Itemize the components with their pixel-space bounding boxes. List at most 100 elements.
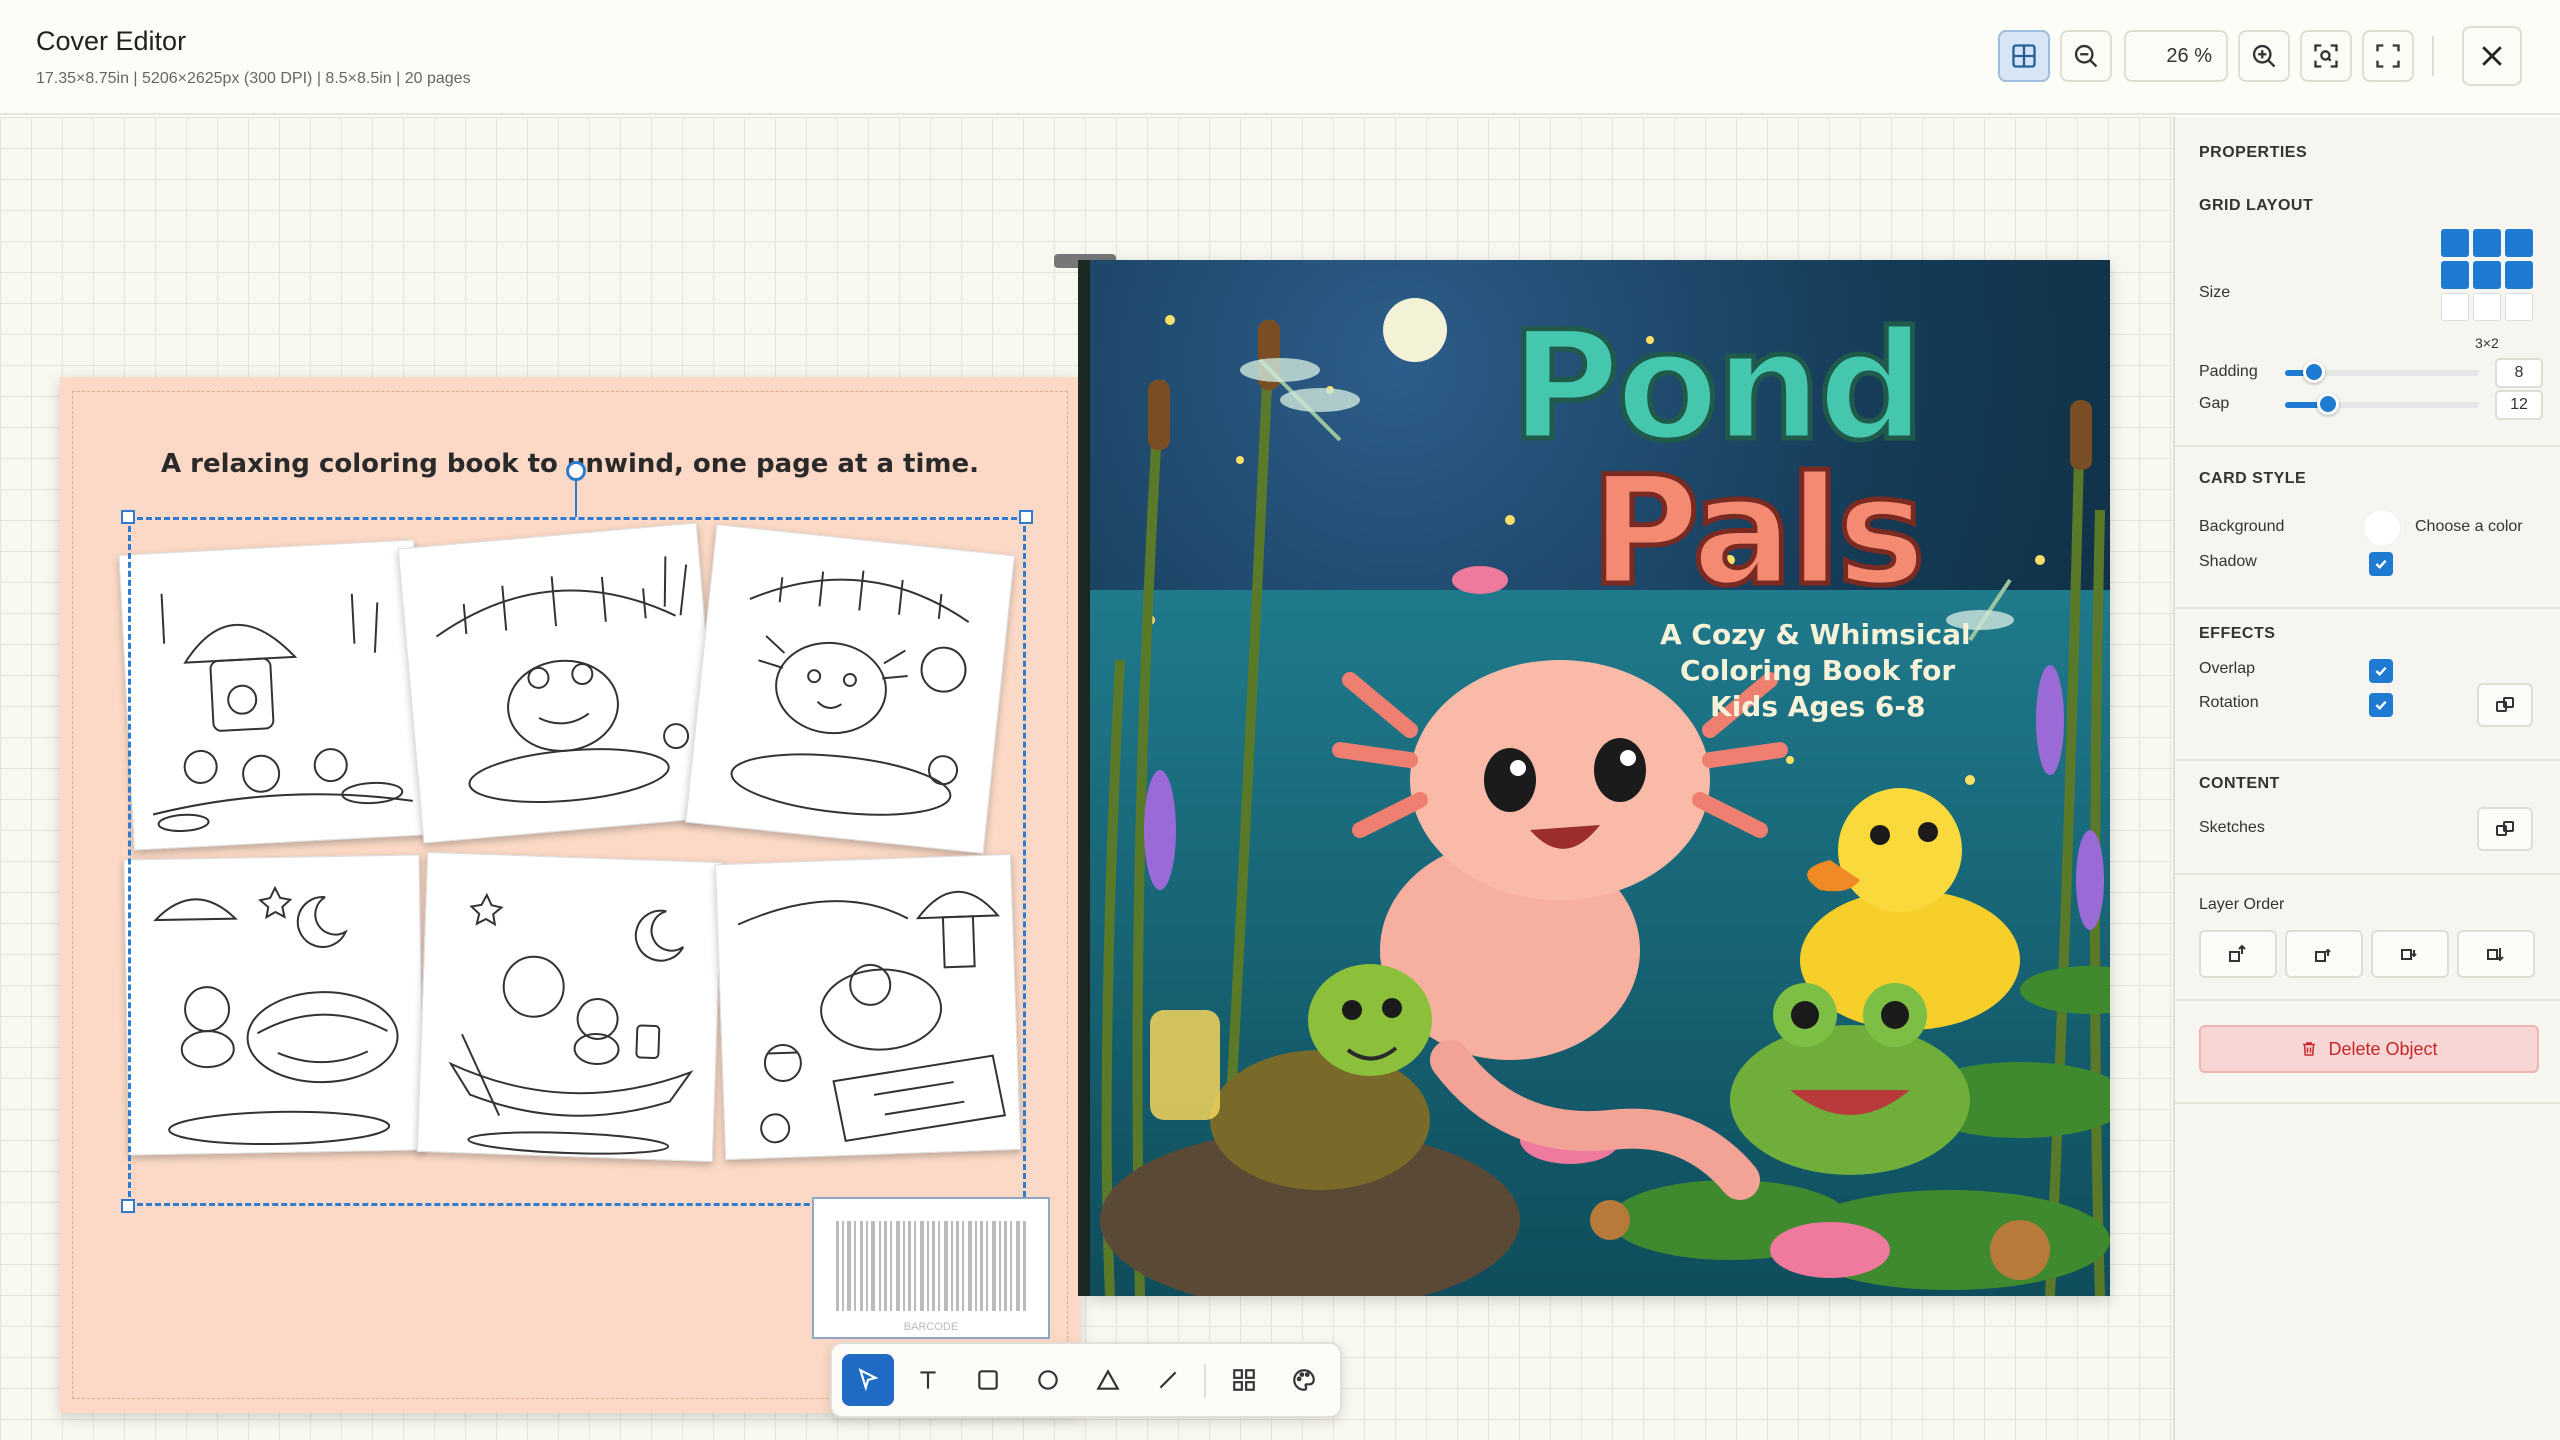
send-to-back-icon (2487, 948, 2504, 962)
gap-label: Gap (2199, 395, 2230, 412)
grid-cell[interactable] (2473, 261, 2501, 289)
delete-object-button[interactable]: Delete Object (2199, 1025, 2539, 1073)
shuffle-rotation-button[interactable] (2477, 683, 2533, 727)
check-icon (2375, 559, 2387, 570)
palette-tool-button[interactable] (1278, 1354, 1330, 1406)
bring-forward-icon (2315, 948, 2331, 962)
text-icon (920, 1371, 936, 1389)
background-color-swatch[interactable] (2363, 509, 2401, 547)
send-to-back-button[interactable] (2457, 930, 2535, 978)
fullscreen-icon (2376, 44, 2400, 68)
panel-heading: PROPERTIES (2199, 144, 2308, 161)
back-cover[interactable]: A relaxing coloring book to unwind, one … (60, 377, 1080, 1413)
rotation-checkbox[interactable] (2369, 693, 2393, 717)
text-tool-button[interactable] (902, 1354, 954, 1406)
properties-panel: PROPERTIES GRID LAYOUT Size 3×2 Padding … (2173, 117, 2560, 1440)
gap-input[interactable]: 12 (2495, 390, 2543, 420)
fullscreen-button[interactable] (2362, 30, 2414, 82)
resize-handle-bottom-left[interactable] (121, 1199, 135, 1213)
overlap-label: Overlap (2199, 660, 2256, 677)
card-style-heading: CARD STYLE (2199, 470, 2307, 487)
bring-forward-button[interactable] (2285, 930, 2363, 978)
close-icon (2482, 46, 2502, 66)
front-subtitle-line3[interactable]: Kids Ages 6-8 (1710, 690, 1925, 723)
choose-color-link[interactable]: Choose a color (2415, 518, 2523, 536)
barcode-icon (836, 1221, 1026, 1311)
rectangle-icon (978, 1370, 998, 1390)
header-bar: Cover Editor 17.35×8.75in | 5206×2625px … (0, 0, 2560, 115)
shadow-checkbox[interactable] (2369, 552, 2393, 576)
circle-tool-button[interactable] (1022, 1354, 1074, 1406)
front-subtitle-line2[interactable]: Coloring Book for (1680, 654, 1955, 687)
resize-handle-top-right[interactable] (1019, 510, 1033, 524)
section-divider (2175, 1102, 2560, 1104)
triangle-icon (1096, 1369, 1120, 1390)
app-title: Cover Editor (36, 26, 187, 56)
grid-cell[interactable] (2441, 293, 2469, 321)
grid-layout-heading: GRID LAYOUT (2199, 197, 2314, 214)
zoom-out-button[interactable] (2060, 30, 2112, 82)
shuffle-icon (2496, 821, 2514, 836)
shuffle-sketches-button[interactable] (2477, 807, 2533, 851)
padding-slider[interactable] (2285, 361, 2479, 383)
section-divider (2175, 445, 2560, 447)
overlap-checkbox[interactable] (2369, 659, 2393, 683)
gap-slider-knob[interactable] (2317, 393, 2339, 415)
section-divider (2175, 759, 2560, 761)
front-title-line2[interactable]: Pals (1588, 443, 1929, 622)
effects-heading: EFFECTS (2199, 625, 2276, 642)
line-tool-button[interactable] (1142, 1354, 1194, 1406)
trash-icon (2303, 1042, 2316, 1056)
line-icon (1159, 1371, 1177, 1389)
circle-icon (1038, 1370, 1058, 1390)
close-button[interactable] (2462, 26, 2522, 86)
document-meta: 17.35×8.75in | 5206×2625px (300 DPI) | 8… (36, 70, 471, 87)
selection-box[interactable] (128, 517, 1026, 1206)
shuffle-icon (2496, 697, 2514, 712)
size-label: Size (2199, 284, 2231, 301)
resize-handle-top-left[interactable] (121, 510, 135, 524)
fit-screen-icon (2314, 44, 2338, 68)
barcode-label: BARCODE (903, 1321, 959, 1333)
bring-to-front-button[interactable] (2199, 930, 2277, 978)
fit-screen-button[interactable] (2300, 30, 2352, 82)
rotation-handle[interactable] (566, 461, 586, 481)
grid-icon (2012, 44, 2036, 68)
palette-icon (1293, 1369, 1315, 1391)
section-divider (2175, 999, 2560, 1001)
zoom-level-input[interactable]: 26 % (2124, 30, 2228, 82)
layer-order-label: Layer Order (2199, 896, 2285, 913)
barcode-placeholder[interactable]: BARCODE (812, 1197, 1050, 1339)
front-subtitle-line1[interactable]: A Cozy & Whimsical (1660, 618, 1971, 651)
padding-input[interactable]: 8 (2495, 358, 2543, 388)
grid-cell[interactable] (2441, 229, 2469, 257)
send-backward-button[interactable] (2371, 930, 2449, 978)
send-backward-icon (2401, 949, 2417, 960)
padding-slider-knob[interactable] (2303, 361, 2325, 383)
grid-cell[interactable] (2505, 229, 2533, 257)
grid-cell[interactable] (2473, 293, 2501, 321)
triangle-tool-button[interactable] (1082, 1354, 1134, 1406)
select-icon (858, 1368, 879, 1392)
zoom-in-button[interactable] (2238, 30, 2290, 82)
grid-size-value: 3×2 (2475, 335, 2499, 351)
grid-cell[interactable] (2505, 293, 2533, 321)
grid-cell[interactable] (2441, 261, 2469, 289)
check-icon (2375, 666, 2387, 677)
section-divider (2175, 873, 2560, 875)
padding-label: Padding (2199, 363, 2258, 380)
rectangle-tool-button[interactable] (962, 1354, 1014, 1406)
bring-to-front-icon (2229, 944, 2246, 962)
grid-toggle-button[interactable] (1998, 30, 2050, 82)
gap-slider[interactable] (2285, 393, 2479, 415)
section-divider (2175, 607, 2560, 609)
design-canvas[interactable]: A relaxing coloring book to unwind, one … (0, 117, 2173, 1440)
zoom-out-icon (2074, 44, 2098, 68)
grid-cell[interactable] (2473, 229, 2501, 257)
grid-layout-tool-button[interactable] (1218, 1354, 1270, 1406)
front-cover[interactable]: Pond Pals A Cozy & Whimsical Coloring Bo… (1090, 260, 2110, 1296)
content-heading: CONTENT (2199, 775, 2280, 792)
select-tool-button[interactable] (842, 1354, 894, 1406)
grid-cell[interactable] (2505, 261, 2533, 289)
grid-size-picker[interactable] (2441, 229, 2541, 329)
